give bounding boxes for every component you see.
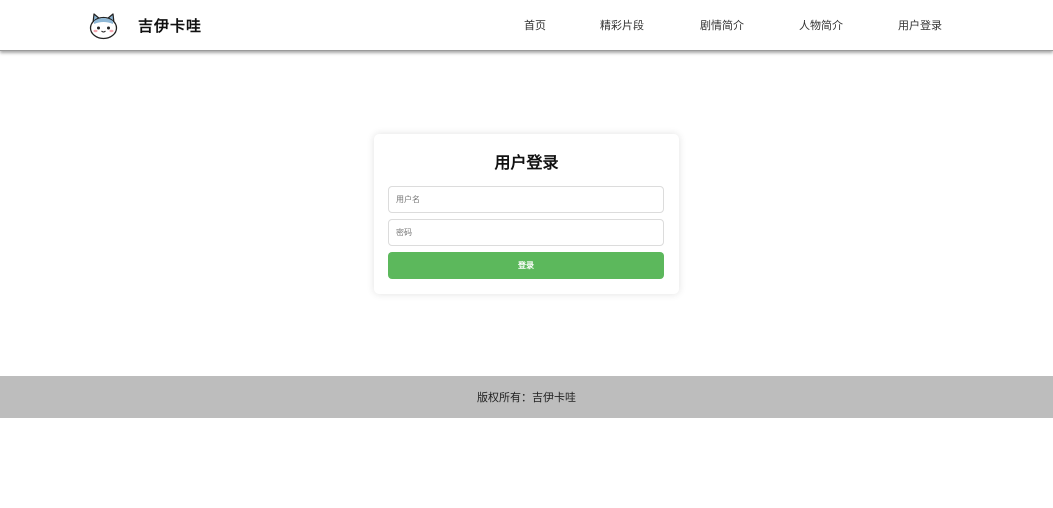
cat-face-icon[interactable]: [88, 11, 119, 40]
site-brand[interactable]: 吉伊卡哇: [138, 16, 202, 36]
site-footer: 版权所有：吉伊卡哇: [0, 376, 1053, 418]
login-card: 用户登录 登录: [374, 134, 679, 294]
password-input[interactable]: [388, 219, 664, 246]
login-button[interactable]: 登录: [388, 252, 664, 279]
nav-item-highlights[interactable]: 精彩片段: [600, 18, 644, 34]
nav-item-login[interactable]: 用户登录: [898, 18, 942, 34]
login-title: 用户登录: [494, 153, 559, 172]
nav-item-plot[interactable]: 剧情简介: [700, 18, 744, 34]
nav-item-characters[interactable]: 人物简介: [799, 18, 843, 34]
nav-item-home[interactable]: 首页: [524, 18, 546, 34]
copyright-text: 版权所有：吉伊卡哇: [477, 391, 576, 404]
username-input[interactable]: [388, 186, 664, 213]
site-header: 吉伊卡哇 首页 精彩片段 剧情简介 人物简介 用户登录: [0, 0, 1053, 51]
